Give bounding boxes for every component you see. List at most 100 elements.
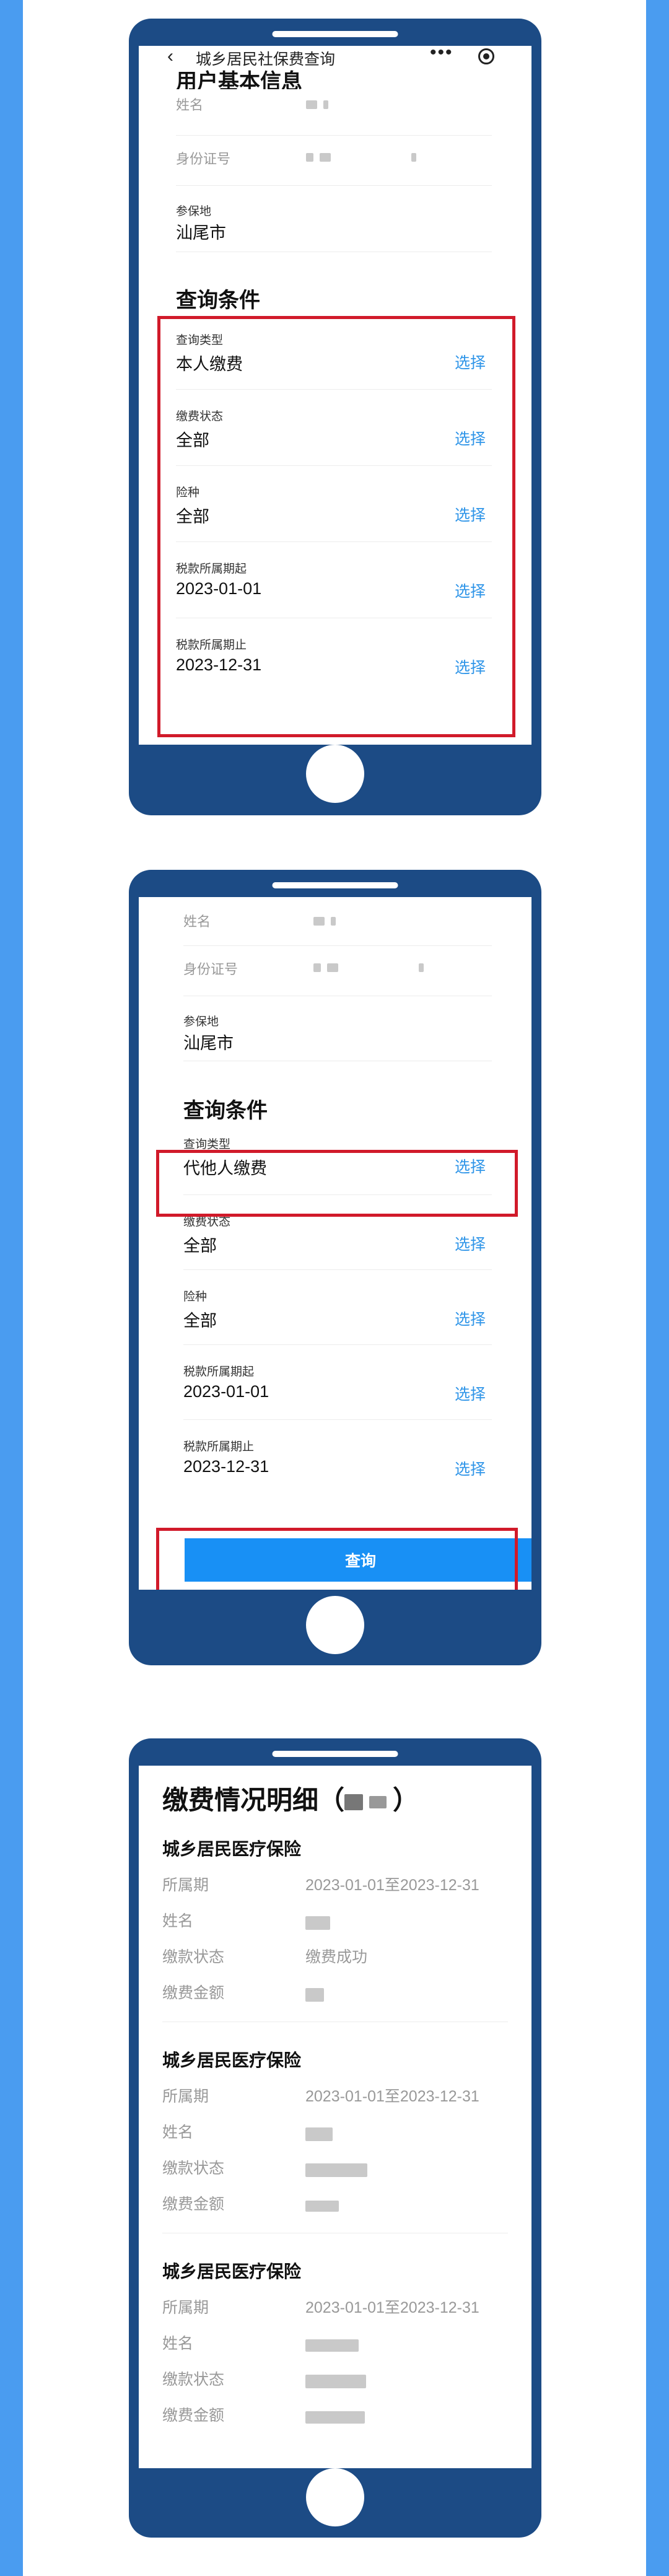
status-label: 缴款状态 <box>162 2371 225 2388</box>
status-label: 缴款状态 <box>162 1948 225 1966</box>
amount-blurred <box>305 2408 371 2426</box>
miniapp-title: 城乡居民社保费查询 <box>196 51 336 68</box>
place-row: 参保地 汕尾市 <box>183 996 492 1061</box>
period-value: 2023-01-01至2023-12-31 <box>305 1877 479 1894</box>
detail-status-row: 缴款状态 <box>139 2156 531 2192</box>
place-value: 汕尾市 <box>176 224 226 242</box>
period-start-label: 税款所属期起 <box>183 1365 255 1378</box>
name-label: 姓名 <box>162 2335 194 2352</box>
name-blurred <box>306 99 334 110</box>
detail-period-row: 所属期 2023-01-01至2023-12-31 <box>139 2295 531 2331</box>
highlight-box-conditions <box>157 316 515 737</box>
name-label: 姓名 <box>183 914 211 929</box>
id-label: 身份证号 <box>176 151 231 167</box>
phone-speaker <box>272 882 398 888</box>
phone-screen-2: 姓名 身份证号 参保地 汕尾市 查询条件 查询类型 代他人缴费 选择 缴费状态 … <box>139 897 531 1590</box>
insurance-type-value: 全部 <box>183 1312 217 1330</box>
amount-blurred <box>305 2197 345 2215</box>
amount-label: 缴费金额 <box>162 2196 225 2213</box>
details-title-name-blurred <box>344 1785 393 1815</box>
status-label: 缴款状态 <box>162 2160 225 2177</box>
period-end-value: 2023-12-31 <box>183 1457 269 1476</box>
details-title-close: ） <box>393 1785 419 1815</box>
right-border-bar <box>646 0 669 2576</box>
amount-blurred <box>305 1986 330 2004</box>
more-dots-icon[interactable]: ••• <box>430 46 453 63</box>
name-label: 姓名 <box>162 1912 194 1930</box>
detail-insurance-name: 城乡居民医疗保险 <box>162 2051 302 2070</box>
detail-insurance-name: 城乡居民医疗保险 <box>162 1839 302 1859</box>
name-blurred <box>305 1914 336 1932</box>
details-title: 缴费情况明细（ ） <box>139 1779 531 1817</box>
highlight-box-query-button <box>156 1528 518 1590</box>
details-title-text: 缴费情况明细（ <box>162 1785 345 1815</box>
period-start-choose-link[interactable]: 选择 <box>455 1382 486 1404</box>
id-row: 身份证号 <box>176 136 492 186</box>
detail-period-row: 所属期 2023-01-01至2023-12-31 <box>139 2084 531 2120</box>
target-icon[interactable] <box>478 48 494 64</box>
name-label: 姓名 <box>162 2124 194 2141</box>
place-label: 参保地 <box>183 1015 219 1028</box>
phone-speaker <box>272 1751 398 1757</box>
query-type-label: 查询类型 <box>183 1138 231 1151</box>
id-blurred <box>313 962 430 973</box>
period-start-value: 2023-01-01 <box>183 1382 269 1401</box>
id-row: 身份证号 <box>183 946 492 996</box>
detail-amount-row: 缴费金额 <box>139 1981 531 2017</box>
left-border-bar <box>0 0 23 2576</box>
place-label: 参保地 <box>176 205 212 218</box>
name-blurred <box>305 2336 365 2354</box>
period-label: 所属期 <box>162 1877 209 1894</box>
id-label: 身份证号 <box>183 962 238 977</box>
detail-status-row: 缴款状态 <box>139 2367 531 2403</box>
name-row: 姓名 <box>183 897 492 946</box>
period-end-choose-link[interactable]: 选择 <box>455 1457 486 1479</box>
condition-period-start[interactable]: 税款所属期起 2023-01-01 选择 <box>183 1345 492 1420</box>
name-blurred <box>313 916 342 927</box>
chevron-left-icon[interactable]: ‹ <box>167 46 173 67</box>
conditions-heading: 查询条件 <box>183 1099 268 1123</box>
phone-speaker <box>272 31 398 37</box>
home-button <box>306 2468 364 2526</box>
miniapp-nav-bar: ‹ 城乡居民社保费查询 ••• <box>139 46 531 73</box>
pay-status-choose-link[interactable]: 选择 <box>455 1232 486 1255</box>
phone-frame-3: 缴费情况明细（ ） 城乡居民医疗保险 所属期 2023-01-01至2023-12… <box>129 1738 541 2538</box>
detail-block-3: 城乡居民医疗保险 所属期 2023-01-01至2023-12-31 姓名 缴款… <box>139 2258 531 2439</box>
status-value: 缴费成功 <box>305 1948 368 1966</box>
pay-status-value: 全部 <box>183 1237 217 1255</box>
insurance-type-label: 险种 <box>183 1290 208 1303</box>
highlight-box-query-type <box>156 1150 518 1217</box>
home-button <box>306 745 364 803</box>
detail-status-row: 缴款状态 缴费成功 <box>139 1945 531 1981</box>
period-label: 所属期 <box>162 2299 209 2316</box>
name-label: 姓名 <box>176 97 204 113</box>
id-blurred <box>306 152 422 163</box>
period-value: 2023-01-01至2023-12-31 <box>305 2299 479 2316</box>
detail-block-1: 城乡居民医疗保险 所属期 2023-01-01至2023-12-31 姓名 缴款… <box>139 1836 531 2022</box>
phone-frame-2: 姓名 身份证号 参保地 汕尾市 查询条件 查询类型 代他人缴费 选择 缴费状态 … <box>129 870 541 1665</box>
detail-insurance-name: 城乡居民医疗保险 <box>162 2262 302 2281</box>
detail-period-row: 所属期 2023-01-01至2023-12-31 <box>139 1873 531 1909</box>
phone-frame-1: ‹ 城乡居民社保费查询 ••• 用户基本信息 姓名 身份证号 参保地 汕尾市 查… <box>129 19 541 815</box>
period-label: 所属期 <box>162 2088 209 2105</box>
detail-name-row: 姓名 <box>139 2120 531 2156</box>
detail-name-row: 姓名 <box>139 1909 531 1945</box>
name-row: 姓名 <box>176 89 492 136</box>
insurance-type-choose-link[interactable]: 选择 <box>455 1307 486 1330</box>
name-blurred <box>305 2125 339 2143</box>
amount-label: 缴费金额 <box>162 1984 225 2002</box>
phone-screen-1: ‹ 城乡居民社保费查询 ••• 用户基本信息 姓名 身份证号 参保地 汕尾市 查… <box>139 46 531 745</box>
status-blurred <box>305 2161 374 2179</box>
place-value: 汕尾市 <box>183 1034 234 1053</box>
detail-amount-row: 缴费金额 <box>139 2403 531 2439</box>
amount-label: 缴费金额 <box>162 2407 225 2424</box>
detail-name-row: 姓名 <box>139 2331 531 2367</box>
detail-block-2: 城乡居民医疗保险 所属期 2023-01-01至2023-12-31 姓名 缴款… <box>139 2047 531 2233</box>
place-row: 参保地 汕尾市 <box>176 186 492 252</box>
detail-amount-row: 缴费金额 <box>139 2192 531 2228</box>
home-button <box>306 1596 364 1654</box>
period-end-label: 税款所属期止 <box>183 1440 255 1453</box>
condition-period-end[interactable]: 税款所属期止 2023-12-31 选择 <box>183 1420 492 1494</box>
condition-insurance-type[interactable]: 险种 全部 选择 <box>183 1270 492 1345</box>
status-blurred <box>305 2372 372 2390</box>
